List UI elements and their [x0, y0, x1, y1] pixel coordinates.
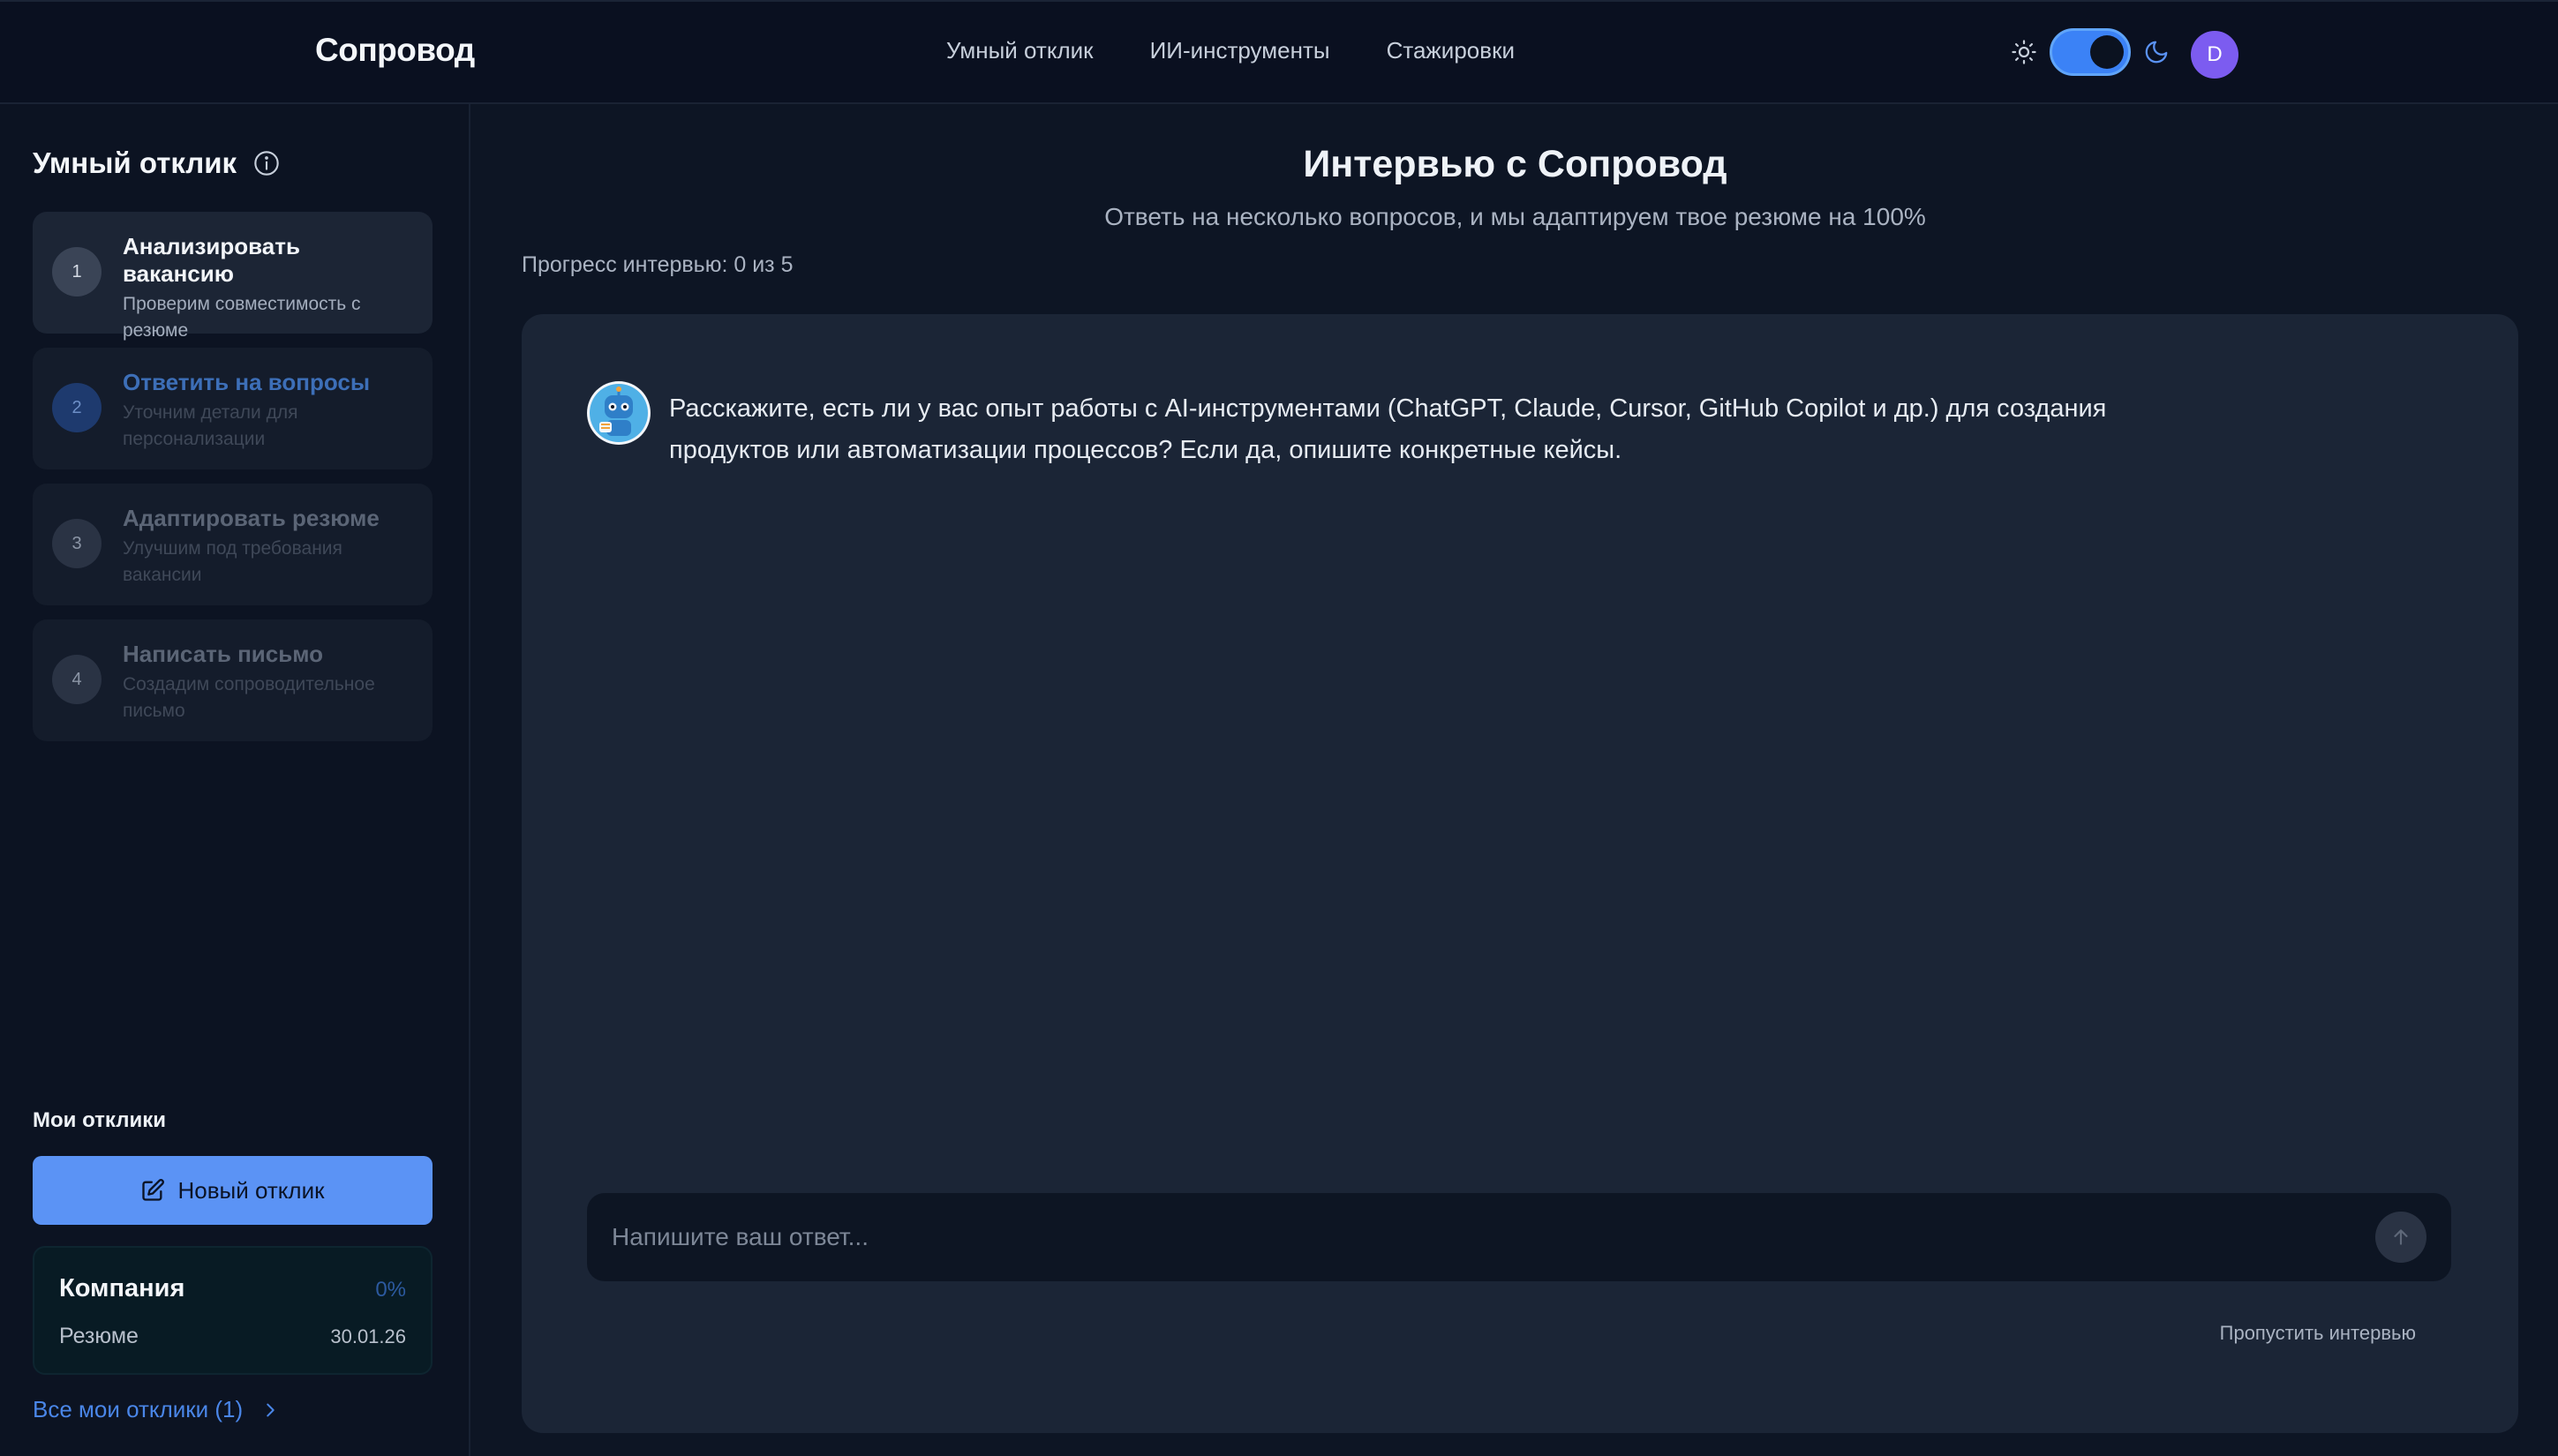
nav-smart-response[interactable]: Умный отклик	[946, 37, 1094, 64]
top-header: Сопровод Умный отклик ИИ-инструменты Ста…	[0, 0, 2558, 104]
step-write-letter[interactable]: 4 Написать письмо Создадим сопроводитель…	[33, 619, 433, 741]
step-description: Создадим сопроводительное письмо	[123, 674, 375, 721]
moon-icon	[2145, 41, 2168, 64]
page-subtitle: Ответь на несколько вопросов, и мы адапт…	[1104, 203, 1926, 230]
card-date: 30.01.26	[330, 1325, 406, 1347]
user-avatar[interactable]: D	[2191, 31, 2238, 79]
main-nav: Умный отклик ИИ-инструменты Стажировки	[946, 37, 1515, 64]
response-card[interactable]: Компания 0% Резюме 30.01.26	[33, 1246, 433, 1375]
step-answer-questions[interactable]: 2 Ответить на вопросы Уточним детали для…	[33, 348, 433, 469]
card-percent: 0%	[375, 1278, 406, 1302]
sidebar: Умный отклик 1 Анализировать вакансию Пр…	[0, 104, 470, 1456]
step-number: 4	[52, 655, 102, 704]
nav-internships[interactable]: Стажировки	[1387, 37, 1515, 64]
card-resume: Резюме	[59, 1324, 139, 1348]
bot-question: Расскажите, есть ли у вас опыт работы с …	[669, 394, 2107, 464]
chevron-right-icon	[267, 1403, 275, 1416]
step-title: Анализировать вакансию	[123, 233, 300, 288]
send-button[interactable]	[2375, 1212, 2426, 1263]
interview-progress: Прогресс интервью: 0 из 5	[522, 252, 794, 277]
logo[interactable]: Сопровод	[315, 32, 475, 69]
skip-interview-button[interactable]: Пропустить интервью	[2220, 1322, 2416, 1345]
step-number: 3	[52, 519, 102, 568]
card-company: Компания	[59, 1274, 185, 1302]
step-analyze-vacancy[interactable]: 1 Анализировать вакансию Проверим совмес…	[33, 212, 433, 341]
step-description: Улучшим под требования вакансии	[123, 538, 342, 585]
step-title: Написать письмо	[123, 641, 324, 667]
all-responses-label: Все мои отклики (1)	[33, 1396, 244, 1422]
sidebar-title: Умный отклик	[33, 146, 281, 180]
step-description: Уточним детали для персонализации	[123, 402, 298, 449]
page-title: Интервью с Сопровод	[1303, 143, 1727, 185]
edit-icon	[142, 1179, 165, 1201]
theme-toggle[interactable]	[2050, 28, 2131, 76]
step-title: Ответить на вопросы	[123, 369, 371, 395]
new-response-button[interactable]: Новый отклик	[33, 1156, 433, 1225]
all-responses-link[interactable]: Все мои отклики (1)	[33, 1396, 280, 1423]
step-title: Адаптировать резюме	[123, 505, 380, 531]
arrow-up-icon	[2394, 1229, 2408, 1245]
my-responses-title: Мои отклики	[33, 1108, 166, 1132]
step-description: Проверим совместимость с резюме	[123, 294, 361, 341]
step-number: 1	[52, 247, 102, 296]
step-adapt-resume[interactable]: 3 Адаптировать резюме Улучшим под требов…	[33, 484, 433, 605]
step-number: 2	[52, 383, 102, 432]
toggle-knob	[2090, 35, 2124, 69]
info-icon[interactable]	[252, 149, 281, 177]
bot-avatar-icon	[587, 381, 651, 445]
answer-box	[587, 1193, 2451, 1281]
theme-switcher	[2011, 28, 2170, 76]
answer-input[interactable]	[612, 1193, 2342, 1281]
new-response-label: Новый отклик	[177, 1176, 325, 1204]
sidebar-title-text: Умный отклик	[33, 146, 237, 179]
chat-panel: Расскажите, есть ли у вас опыт работы с …	[522, 314, 2518, 1433]
nav-ai-tools[interactable]: ИИ-инструменты	[1150, 37, 1330, 64]
sun-icon	[2012, 40, 2036, 64]
